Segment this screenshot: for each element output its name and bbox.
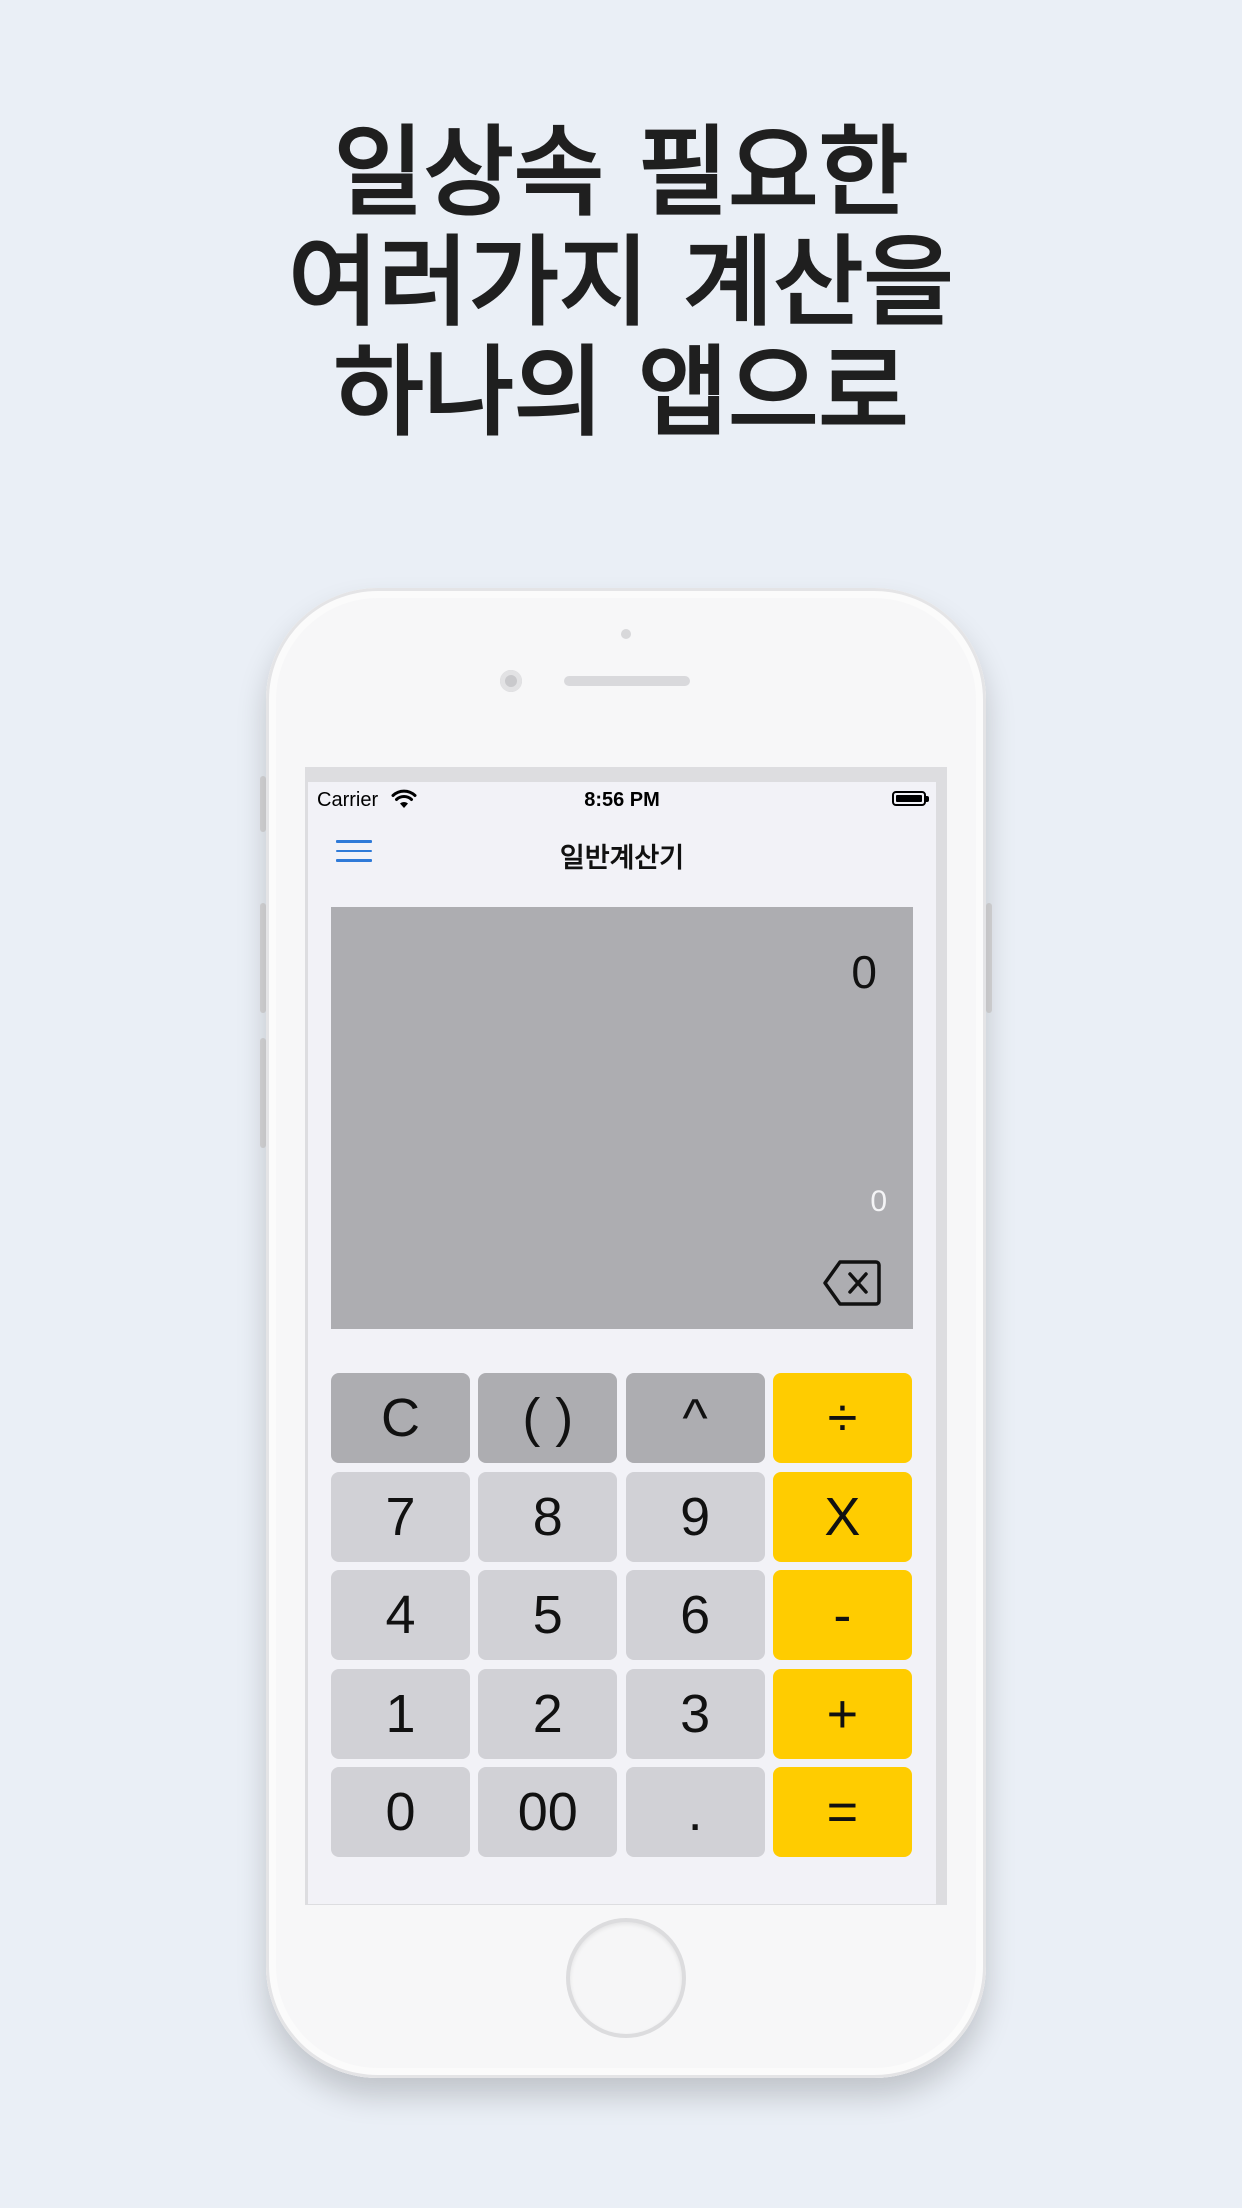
earpiece-speaker bbox=[564, 676, 690, 686]
power-button bbox=[986, 903, 992, 1013]
key-digit-0-button[interactable]: 0 bbox=[331, 1767, 470, 1857]
key-digit-9-button[interactable]: 9 bbox=[625, 1471, 765, 1562]
nav-title: 일반계산기 bbox=[559, 843, 685, 874]
key-minus-button[interactable]: - bbox=[772, 1570, 912, 1660]
key-divide-button[interactable]: ÷ bbox=[772, 1373, 912, 1463]
navigation-bar: 일반계산기 bbox=[308, 818, 936, 886]
key-multiply-button[interactable]: X bbox=[772, 1471, 912, 1562]
status-bar: Carrier 8:56 PM bbox=[308, 782, 936, 818]
marketing-headline: 일상속 필요한 여러가지 계산을 하나의 앱으로 bbox=[0, 118, 1242, 448]
home-button[interactable] bbox=[570, 1922, 682, 2034]
key-digit-6-button[interactable]: 6 bbox=[625, 1570, 765, 1660]
calculator-display: 0 0 bbox=[331, 907, 913, 1329]
key-parentheses-button[interactable]: ( ) bbox=[478, 1373, 618, 1463]
key-digit-4-button[interactable]: 4 bbox=[331, 1570, 470, 1660]
headline-line-3: 하나의 앱으로 bbox=[333, 336, 909, 450]
key-clear-button[interactable]: C bbox=[331, 1373, 470, 1463]
keypad: C( ) ^ ÷ 7 8 9 X 4 5 6- 1 2 3 +0 00. = bbox=[331, 1373, 913, 1857]
expression-text: 0 bbox=[851, 946, 877, 998]
battery-icon bbox=[892, 791, 929, 806]
proximity-sensor bbox=[621, 629, 631, 639]
key-digit-5-button[interactable]: 5 bbox=[478, 1570, 618, 1660]
key-digit-3-button[interactable]: 3 bbox=[625, 1668, 765, 1759]
key-plus-button[interactable]: + bbox=[772, 1668, 912, 1759]
key-double-zero-button[interactable]: 00 bbox=[478, 1767, 618, 1857]
calculator-app: Carrier 8:56 PM 일반계산기 0 0 C( ) ^ ÷ 7 8 9 X 4 5 6-… bbox=[308, 782, 936, 1904]
status-time: 8:56 PM bbox=[584, 789, 660, 811]
key-decimal-button[interactable]: . bbox=[625, 1767, 765, 1857]
key-digit-2-button[interactable]: 2 bbox=[478, 1668, 618, 1759]
key-equals-button[interactable]: = bbox=[772, 1767, 912, 1857]
headline-line-1: 일상속 필요한 bbox=[333, 116, 909, 230]
backspace-icon[interactable] bbox=[823, 1259, 881, 1307]
key-digit-8-button[interactable]: 8 bbox=[478, 1471, 618, 1562]
key-digit-7-button[interactable]: 7 bbox=[331, 1471, 470, 1562]
headline-line-2: 여러가지 계산을 bbox=[288, 226, 954, 340]
result-text: 0 bbox=[870, 1185, 887, 1218]
front-camera bbox=[500, 670, 522, 692]
key-power-button[interactable]: ^ bbox=[625, 1373, 765, 1463]
key-digit-1-button[interactable]: 1 bbox=[331, 1668, 470, 1759]
